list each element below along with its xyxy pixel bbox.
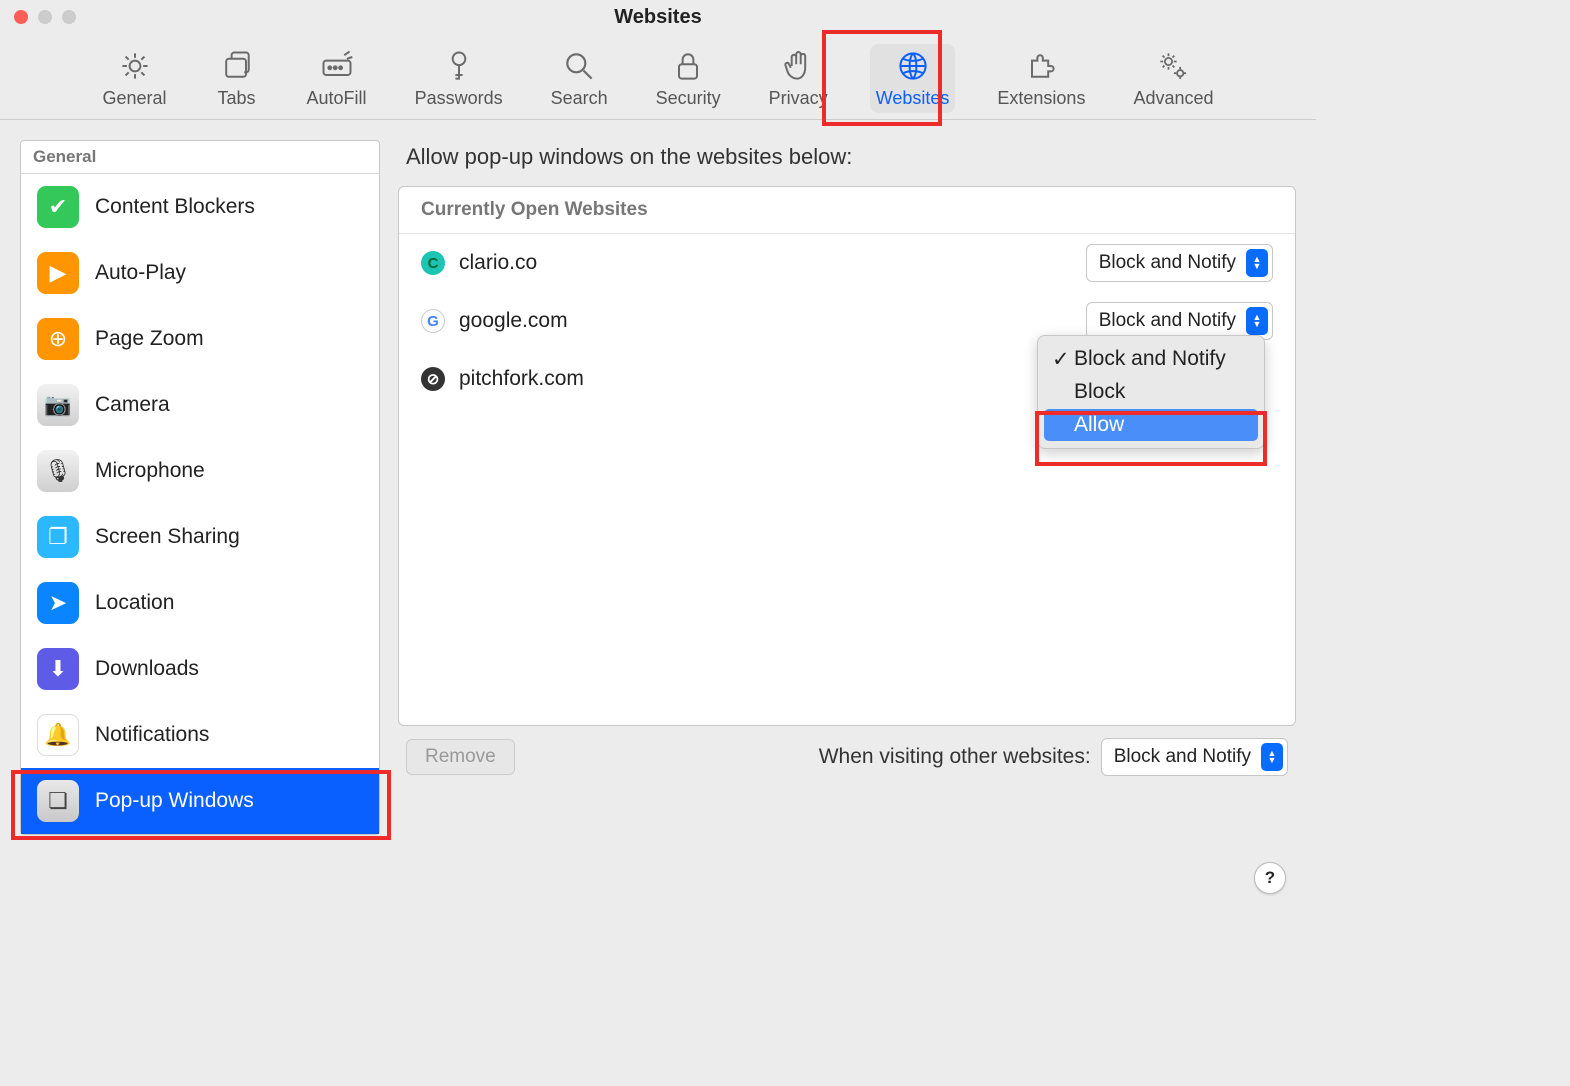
sidebar-item-label: Notifications [95, 723, 209, 747]
sidebar-item-content-blockers[interactable]: ✔ Content Blockers [21, 174, 379, 240]
chevron-updown-icon: ▲▼ [1246, 307, 1268, 335]
sidebar-section-header: General [21, 141, 379, 174]
tab-label: Privacy [769, 88, 828, 109]
arrow-icon: ➤ [37, 582, 79, 624]
tab-label: Passwords [415, 88, 503, 109]
tab-tabs[interactable]: Tabs [209, 44, 265, 113]
play-icon: ▶ [37, 252, 79, 294]
sidebar-item-label: Content Blockers [95, 195, 255, 219]
select-value: Block and Notify [1099, 310, 1236, 332]
sidebar-item-label: Camera [95, 393, 170, 417]
screens-icon: ❐ [37, 516, 79, 558]
mic-icon: 🎙 [37, 450, 79, 492]
tab-privacy[interactable]: Privacy [763, 44, 834, 113]
sidebar-item-label: Auto-Play [95, 261, 186, 285]
tab-label: General [102, 88, 166, 109]
titlebar: Websites [0, 0, 1316, 34]
sidebar-item-label: Downloads [95, 657, 199, 681]
tabs-icon [215, 48, 259, 84]
tab-passwords[interactable]: Passwords [409, 44, 509, 113]
chevron-updown-icon: ▲▼ [1261, 743, 1283, 771]
popup-action-menu[interactable]: Block and NotifyBlockAllow [1037, 335, 1265, 449]
favicon: ⊘ [421, 367, 445, 391]
preferences-toolbar: General Tabs AutoFill Passwords Search S… [0, 34, 1316, 120]
sidebar-item-label: Screen Sharing [95, 525, 240, 549]
website-name: clario.co [459, 251, 537, 275]
favicon: G [421, 309, 445, 333]
tab-label: Tabs [218, 88, 256, 109]
select-value: Block and Notify [1099, 252, 1236, 274]
select-value: Block and Notify [1114, 746, 1251, 768]
tab-autofill[interactable]: AutoFill [301, 44, 373, 113]
other-websites-select[interactable]: Block and Notify ▲▼ [1101, 738, 1288, 776]
download-icon: ⬇ [37, 648, 79, 690]
tab-label: Websites [876, 88, 950, 109]
bell-icon: 🔔 [37, 714, 79, 756]
menu-item-allow[interactable]: Allow [1044, 409, 1258, 441]
window-title: Websites [0, 6, 1316, 29]
menu-item-block[interactable]: Block [1044, 376, 1258, 408]
remove-button[interactable]: Remove [406, 739, 515, 775]
zoom-icon: ⊕ [37, 318, 79, 360]
tab-general[interactable]: General [96, 44, 172, 113]
sidebar-item-location[interactable]: ➤ Location [21, 570, 379, 636]
website-action-select[interactable]: Block and Notify ▲▼ [1086, 244, 1273, 282]
sidebar-item-camera[interactable]: 📷 Camera [21, 372, 379, 438]
help-button[interactable]: ? [1254, 862, 1286, 894]
website-row[interactable]: Cclario.co Block and Notify ▲▼ [399, 234, 1295, 292]
favicon: C [421, 251, 445, 275]
puzzle-icon [1019, 48, 1063, 84]
sidebar: General ✔ Content Blockers ▶ Auto-Play ⊕ Page… [20, 140, 380, 835]
tab-advanced[interactable]: Advanced [1127, 44, 1219, 113]
website-name: google.com [459, 309, 568, 333]
sidebar-item-screen-sharing[interactable]: ❐ Screen Sharing [21, 504, 379, 570]
windows-icon: ❏ [37, 780, 79, 822]
main-panel: Allow pop-up windows on the websites bel… [398, 140, 1296, 835]
globe-icon [891, 48, 935, 84]
tab-search[interactable]: Search [545, 44, 614, 113]
tab-extensions[interactable]: Extensions [991, 44, 1091, 113]
menu-item-block-and-notify[interactable]: Block and Notify [1044, 343, 1258, 375]
chevron-updown-icon: ▲▼ [1246, 249, 1268, 277]
tab-label: AutoFill [307, 88, 367, 109]
tab-label: Extensions [997, 88, 1085, 109]
other-websites-label: When visiting other websites: [819, 745, 1091, 769]
sidebar-item-notifications[interactable]: 🔔 Notifications [21, 702, 379, 768]
tab-websites[interactable]: Websites [870, 44, 956, 113]
tab-label: Advanced [1133, 88, 1213, 109]
gears-icon [1151, 48, 1195, 84]
sidebar-item-label: Location [95, 591, 174, 615]
list-subheader: Currently Open Websites [399, 187, 1295, 234]
tab-label: Security [656, 88, 721, 109]
sidebar-item-auto-play[interactable]: ▶ Auto-Play [21, 240, 379, 306]
sidebar-item-popup-windows[interactable]: ❏ Pop-up Windows [21, 768, 379, 834]
camera-icon: 📷 [37, 384, 79, 426]
shield-icon: ✔ [37, 186, 79, 228]
search-icon [557, 48, 601, 84]
gear-icon [113, 48, 157, 84]
sidebar-item-label: Pop-up Windows [95, 789, 254, 813]
sidebar-item-label: Page Zoom [95, 327, 204, 351]
sidebar-item-microphone[interactable]: 🎙 Microphone [21, 438, 379, 504]
hand-icon [776, 48, 820, 84]
sidebar-item-downloads[interactable]: ⬇ Downloads [21, 636, 379, 702]
sidebar-item-page-zoom[interactable]: ⊕ Page Zoom [21, 306, 379, 372]
help-label: ? [1265, 868, 1275, 888]
websites-list-panel: Currently Open Websites Cclario.co Block … [398, 186, 1296, 726]
sidebar-item-label: Microphone [95, 459, 205, 483]
autofill-icon [315, 48, 359, 84]
tab-label: Search [551, 88, 608, 109]
main-heading: Allow pop-up windows on the websites bel… [398, 140, 1296, 186]
key-icon [437, 48, 481, 84]
tab-security[interactable]: Security [650, 44, 727, 113]
lock-icon [666, 48, 710, 84]
website-name: pitchfork.com [459, 367, 584, 391]
